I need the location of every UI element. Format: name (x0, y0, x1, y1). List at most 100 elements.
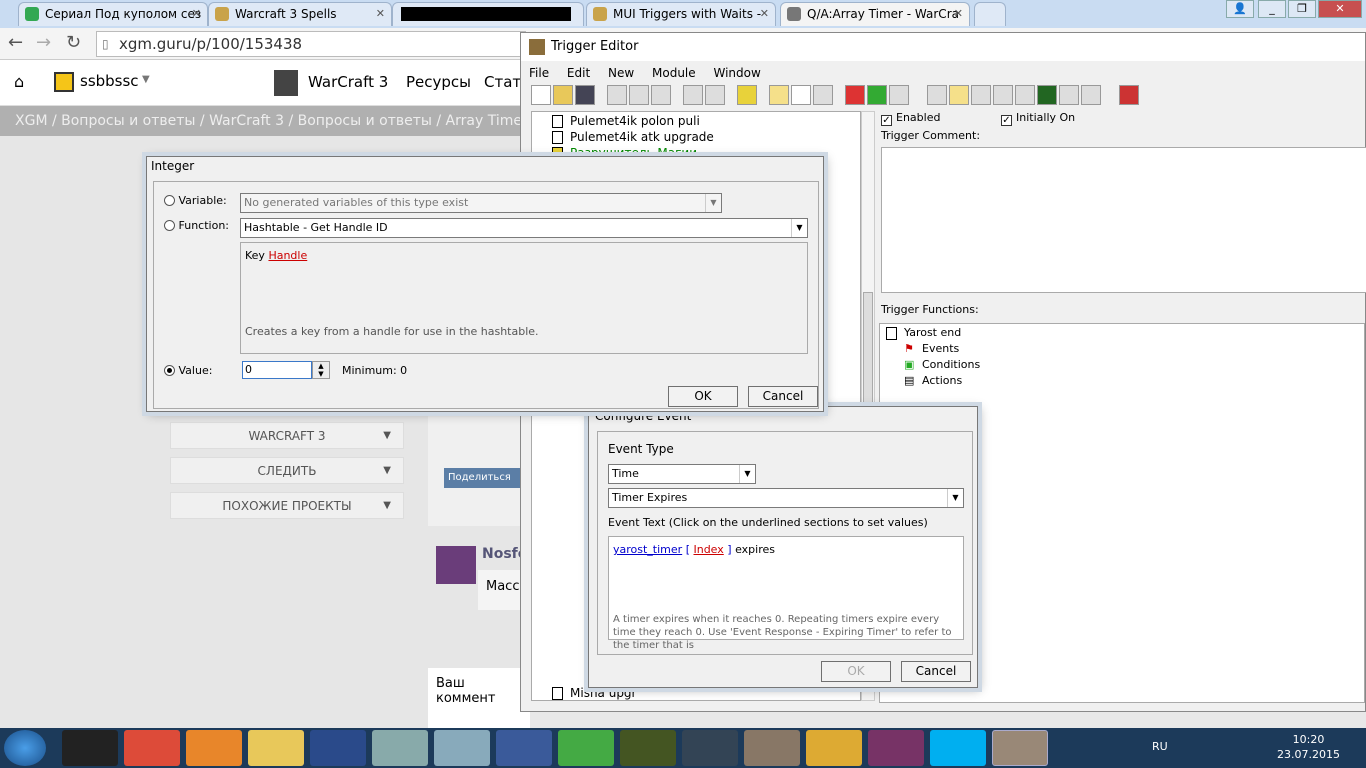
media-player-icon[interactable] (186, 730, 242, 766)
ai-editor-icon[interactable] (1037, 85, 1057, 105)
language-indicator[interactable]: RU (1152, 740, 1168, 753)
comment-textarea[interactable] (881, 147, 1366, 293)
browser-tab-3[interactable] (392, 2, 584, 26)
open-icon[interactable] (553, 85, 573, 105)
new-comment-icon[interactable] (813, 85, 833, 105)
nav-articles[interactable]: Стат (484, 73, 521, 91)
test-map-icon[interactable] (1119, 85, 1139, 105)
avatar[interactable] (436, 546, 476, 584)
function-select[interactable]: Hashtable - Get Handle ID ▼ (240, 218, 808, 238)
close-window-icon[interactable]: ✕ (1318, 0, 1362, 18)
side-button-warcraft[interactable]: WARCRAFT 3 ▼ (170, 422, 404, 449)
steam-icon[interactable] (62, 730, 118, 766)
calculator-icon[interactable] (372, 730, 428, 766)
chrome-icon[interactable] (124, 730, 180, 766)
close-icon[interactable]: ✕ (376, 3, 385, 25)
media-icon[interactable] (806, 730, 862, 766)
import-manager-icon[interactable] (1081, 85, 1101, 105)
value-stepper[interactable]: ▲ ▼ (312, 361, 330, 379)
ok-button[interactable]: OK (821, 661, 891, 682)
close-icon[interactable]: ✕ (192, 3, 201, 25)
event-select[interactable]: Timer Expires ▼ (608, 488, 964, 508)
menu-file[interactable]: File (529, 66, 549, 80)
campaign-editor-icon[interactable] (1015, 85, 1035, 105)
variable-select[interactable]: No generated variables of this type exis… (240, 193, 722, 213)
nav-resources[interactable]: Ресурсы (406, 73, 471, 91)
list-item[interactable]: Pulemet4ik atk upgrade (552, 130, 714, 144)
new-action-icon[interactable] (889, 85, 909, 105)
variable-link[interactable]: yarost_timer (613, 543, 682, 556)
editor-icon[interactable] (744, 730, 800, 766)
menu-edit[interactable]: Edit (567, 66, 590, 80)
explorer-icon[interactable] (248, 730, 304, 766)
save-icon[interactable] (575, 85, 595, 105)
actions-node[interactable]: ▤ Actions (904, 374, 962, 387)
forward-icon[interactable]: → (36, 32, 51, 53)
warcraft-icon[interactable] (496, 730, 552, 766)
maximize-icon[interactable]: ❐ (1288, 0, 1316, 18)
terrain-editor-icon[interactable] (927, 85, 947, 105)
cut-icon[interactable] (607, 85, 627, 105)
list-item[interactable]: Misha upgr (552, 686, 637, 700)
event-type-select[interactable]: Time ▼ (608, 464, 756, 484)
undo-icon[interactable] (683, 85, 703, 105)
menu-new[interactable]: New (608, 66, 634, 80)
browser-tab-2[interactable]: Warcraft 3 Spells ✕ (208, 2, 392, 26)
new-icon[interactable] (531, 85, 551, 105)
menu-module[interactable]: Module (652, 66, 696, 80)
enabled-checkbox[interactable]: ✓ Enabled (881, 111, 940, 126)
share-button[interactable]: Поделиться (444, 468, 528, 488)
side-button-follow[interactable]: СЛЕДИТЬ ▼ (170, 457, 404, 484)
comment-input[interactable]: Ваш коммент (428, 668, 530, 728)
close-icon[interactable]: ✕ (954, 3, 963, 25)
index-link[interactable]: Index (693, 543, 723, 556)
object-editor-icon[interactable] (993, 85, 1013, 105)
object-manager-icon[interactable] (1059, 85, 1079, 105)
world-editor-icon[interactable] (992, 730, 1048, 766)
cancel-button[interactable]: Cancel (901, 661, 971, 682)
address-bar[interactable]: ▯ xgm.guru/p/100/153438 (96, 31, 526, 57)
ok-button[interactable]: OK (668, 386, 738, 407)
redo-icon[interactable] (705, 85, 725, 105)
scrollbar-thumb[interactable] (863, 292, 873, 412)
conditions-node[interactable]: ▣ Conditions (904, 358, 980, 371)
handle-link[interactable]: Handle (268, 249, 307, 262)
breadcrumb[interactable]: XGM / Вопросы и ответы / WarCraft 3 / Во… (0, 106, 530, 136)
trigger-root[interactable]: Yarost end (886, 326, 961, 340)
list-item[interactable]: Pulemet4ik polon puli (552, 114, 700, 128)
browser-tab-5[interactable]: Q/A:Array Timer - WarCra ✕ (780, 2, 970, 26)
new-event-icon[interactable] (845, 85, 865, 105)
new-trigger-icon[interactable] (791, 85, 811, 105)
sound-editor-icon[interactable] (971, 85, 991, 105)
trigger-editor-tool-icon[interactable] (949, 85, 969, 105)
events-node[interactable]: ⚑ Events (904, 342, 959, 355)
user-icon[interactable]: 👤 (1226, 0, 1254, 18)
game-icon[interactable] (558, 730, 614, 766)
league-icon[interactable] (310, 730, 366, 766)
close-icon[interactable]: ✕ (760, 3, 769, 25)
new-tab-button[interactable] (974, 2, 1006, 26)
value-input[interactable]: 0 (242, 361, 312, 379)
minimize-icon[interactable]: _ (1258, 0, 1286, 18)
initially-on-checkbox[interactable]: ✓ Initially On (1001, 111, 1075, 126)
browser-tab-4[interactable]: MUI Triggers with Waits - ✕ (586, 2, 776, 26)
home-icon[interactable]: ⌂ (14, 72, 24, 91)
chevron-down-icon[interactable]: ▼ (142, 74, 150, 85)
back-icon[interactable]: ← (8, 32, 23, 53)
side-button-similar[interactable]: ПОХОЖИЕ ПРОЕКТЫ ▼ (170, 492, 404, 519)
new-category-icon[interactable] (769, 85, 789, 105)
username[interactable]: ssbbssc (80, 72, 139, 90)
browser-tab-1[interactable]: Сериал Под куполом сез ✕ (18, 2, 208, 26)
nav-warcraft[interactable]: WarCraft 3 (308, 73, 388, 91)
clock[interactable]: 10:20 23.07.2015 (1277, 732, 1340, 762)
window-icon[interactable] (434, 730, 490, 766)
copy-icon[interactable] (629, 85, 649, 105)
skype-icon[interactable] (930, 730, 986, 766)
value-radio[interactable]: Value: (164, 364, 212, 377)
function-radio[interactable]: Function: (164, 219, 229, 232)
start-button[interactable] (4, 730, 46, 766)
game2-icon[interactable] (682, 730, 738, 766)
variable-radio[interactable]: Variable: (164, 194, 227, 207)
reload-icon[interactable]: ↻ (66, 32, 81, 53)
new-condition-icon[interactable] (867, 85, 887, 105)
